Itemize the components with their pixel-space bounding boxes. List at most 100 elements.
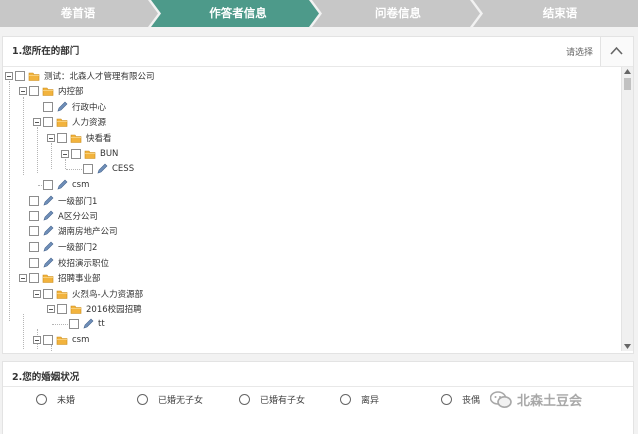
tree-node-checkbox[interactable] bbox=[29, 226, 39, 236]
tree-node[interactable]: BUN bbox=[61, 147, 118, 161]
tree-node[interactable]: 招聘事业部 bbox=[19, 271, 101, 285]
collapse-button[interactable] bbox=[600, 37, 633, 66]
divider bbox=[3, 386, 633, 387]
tree-node-checkbox[interactable] bbox=[29, 258, 39, 268]
option-label: 离异 bbox=[361, 396, 380, 406]
tree-node-checkbox[interactable] bbox=[43, 102, 53, 112]
option-widowed[interactable]: 丧偶 bbox=[441, 393, 480, 406]
radio-button[interactable] bbox=[441, 394, 452, 405]
tree-node-label: A区分公司 bbox=[58, 212, 98, 222]
wechat-icon bbox=[490, 390, 512, 408]
tree-node-checkbox[interactable] bbox=[29, 273, 39, 283]
tree-node-checkbox[interactable] bbox=[29, 242, 39, 252]
tree-node[interactable]: 湖南房地产公司 bbox=[29, 224, 118, 238]
folder-icon bbox=[42, 87, 54, 96]
tree-node[interactable]: 快看看 bbox=[47, 131, 112, 145]
option-married-with-children[interactable]: 已婚有子女 bbox=[239, 393, 305, 406]
step-closing[interactable]: 结束语 bbox=[482, 0, 638, 27]
tree-node-checkbox[interactable] bbox=[43, 289, 53, 299]
tree-node-checkbox[interactable] bbox=[43, 180, 53, 190]
option-divorced[interactable]: 离异 bbox=[340, 393, 379, 406]
tree-node-checkbox[interactable] bbox=[15, 71, 25, 81]
step-intro[interactable]: 卷首语 bbox=[0, 0, 156, 27]
collapse-toggle-icon[interactable] bbox=[5, 72, 13, 80]
tree-node-checkbox[interactable] bbox=[29, 196, 39, 206]
scroll-thumb[interactable] bbox=[624, 78, 631, 90]
collapse-toggle-icon[interactable] bbox=[47, 305, 55, 313]
tree-line bbox=[9, 81, 10, 321]
folder-icon bbox=[70, 134, 82, 143]
tree-scrollbar[interactable] bbox=[621, 67, 633, 351]
collapse-toggle-icon[interactable] bbox=[47, 134, 55, 142]
tree-node[interactable]: 人力资源 bbox=[33, 115, 106, 129]
radio-button[interactable] bbox=[340, 394, 351, 405]
tree-node-checkbox[interactable] bbox=[83, 164, 93, 174]
watermark-text: 北森土豆会 bbox=[517, 394, 583, 409]
tree-node-checkbox[interactable] bbox=[43, 117, 53, 127]
divider bbox=[3, 66, 633, 67]
tree-node-label: 一级部门2 bbox=[58, 243, 98, 253]
collapse-toggle-icon[interactable] bbox=[33, 336, 41, 344]
collapse-toggle-icon[interactable] bbox=[33, 290, 41, 298]
tree-node-checkbox[interactable] bbox=[57, 304, 67, 314]
tree-node-label: 湖南房地产公司 bbox=[58, 227, 118, 237]
tree-node[interactable]: CESS bbox=[83, 162, 134, 176]
step-respondent-info[interactable]: 作答者信息 bbox=[160, 0, 316, 27]
select-hint[interactable]: 请选择 bbox=[566, 45, 593, 58]
scroll-up-icon[interactable] bbox=[624, 69, 631, 74]
tree-node-checkbox[interactable] bbox=[71, 149, 81, 159]
pencil-icon bbox=[83, 318, 94, 329]
tree-node-checkbox[interactable] bbox=[29, 211, 39, 221]
progress-steps: 卷首语 作答者信息 问卷信息 结束语 bbox=[0, 0, 638, 27]
question-title: 1.您所在的部门 bbox=[12, 46, 80, 57]
scroll-down-icon[interactable] bbox=[624, 344, 631, 349]
pencil-icon bbox=[97, 163, 108, 174]
tree-node[interactable]: 校招演示职位 bbox=[29, 256, 109, 270]
radio-button[interactable] bbox=[36, 394, 47, 405]
option-married-no-children[interactable]: 已婚无子女 bbox=[137, 393, 203, 406]
radio-button[interactable] bbox=[239, 394, 250, 405]
tree-node-checkbox[interactable] bbox=[57, 133, 67, 143]
question-title: 2.您的婚姻状况 bbox=[12, 372, 80, 383]
tree-node[interactable]: 2016校园招聘 bbox=[47, 302, 142, 316]
option-label: 已婚有子女 bbox=[260, 396, 306, 406]
tree-node[interactable]: tt bbox=[69, 317, 105, 331]
tree-node[interactable]: csm bbox=[43, 178, 89, 192]
tree-node[interactable]: 行政中心 bbox=[43, 100, 106, 114]
tree-node-checkbox[interactable] bbox=[29, 86, 39, 96]
tree-node-label: 招聘事业部 bbox=[58, 274, 101, 284]
tree-node[interactable]: 一级部门2 bbox=[29, 240, 97, 254]
radio-button[interactable] bbox=[137, 394, 148, 405]
tree-node[interactable]: 内控部 bbox=[19, 84, 84, 98]
tree-node-checkbox[interactable] bbox=[69, 319, 79, 329]
tree-node-label: 行政中心 bbox=[72, 103, 107, 113]
tree-node-label: tt bbox=[98, 319, 105, 329]
folder-icon bbox=[84, 150, 96, 159]
collapse-toggle-icon[interactable] bbox=[33, 118, 41, 126]
folder-icon bbox=[28, 72, 40, 81]
pencil-icon bbox=[43, 257, 54, 268]
tree-node-label: 快看看 bbox=[86, 134, 112, 144]
tree-node[interactable]: 一级部门1 bbox=[29, 194, 97, 208]
option-label: 已婚无子女 bbox=[158, 396, 204, 406]
tree-node[interactable]: 测试：北森人才管理有限公司 bbox=[5, 69, 155, 83]
tree-node-label: 校招演示职位 bbox=[58, 259, 110, 269]
collapse-toggle-icon[interactable] bbox=[19, 87, 27, 95]
pencil-icon bbox=[57, 179, 68, 190]
tree-node-label: csm bbox=[72, 335, 90, 345]
collapse-toggle-icon[interactable] bbox=[19, 274, 27, 282]
tree-node[interactable]: 火烈鸟-人力资源部 bbox=[33, 287, 143, 301]
option-unmarried[interactable]: 未婚 bbox=[36, 393, 75, 406]
tree-node-label: csm bbox=[72, 180, 90, 190]
tree-node[interactable]: csm bbox=[33, 333, 89, 347]
tree-node-checkbox[interactable] bbox=[43, 335, 53, 345]
step-survey-info[interactable]: 问卷信息 bbox=[320, 0, 476, 27]
folder-icon bbox=[42, 274, 54, 283]
tree-node-label: 人力资源 bbox=[72, 118, 107, 128]
pencil-icon bbox=[43, 210, 54, 221]
collapse-toggle-icon[interactable] bbox=[61, 150, 69, 158]
tree-node-label: 火烈鸟-人力资源部 bbox=[72, 290, 144, 300]
tree-node[interactable]: A区分公司 bbox=[29, 209, 98, 223]
option-label: 丧偶 bbox=[462, 396, 481, 406]
tree-node-label: BUN bbox=[100, 149, 119, 159]
